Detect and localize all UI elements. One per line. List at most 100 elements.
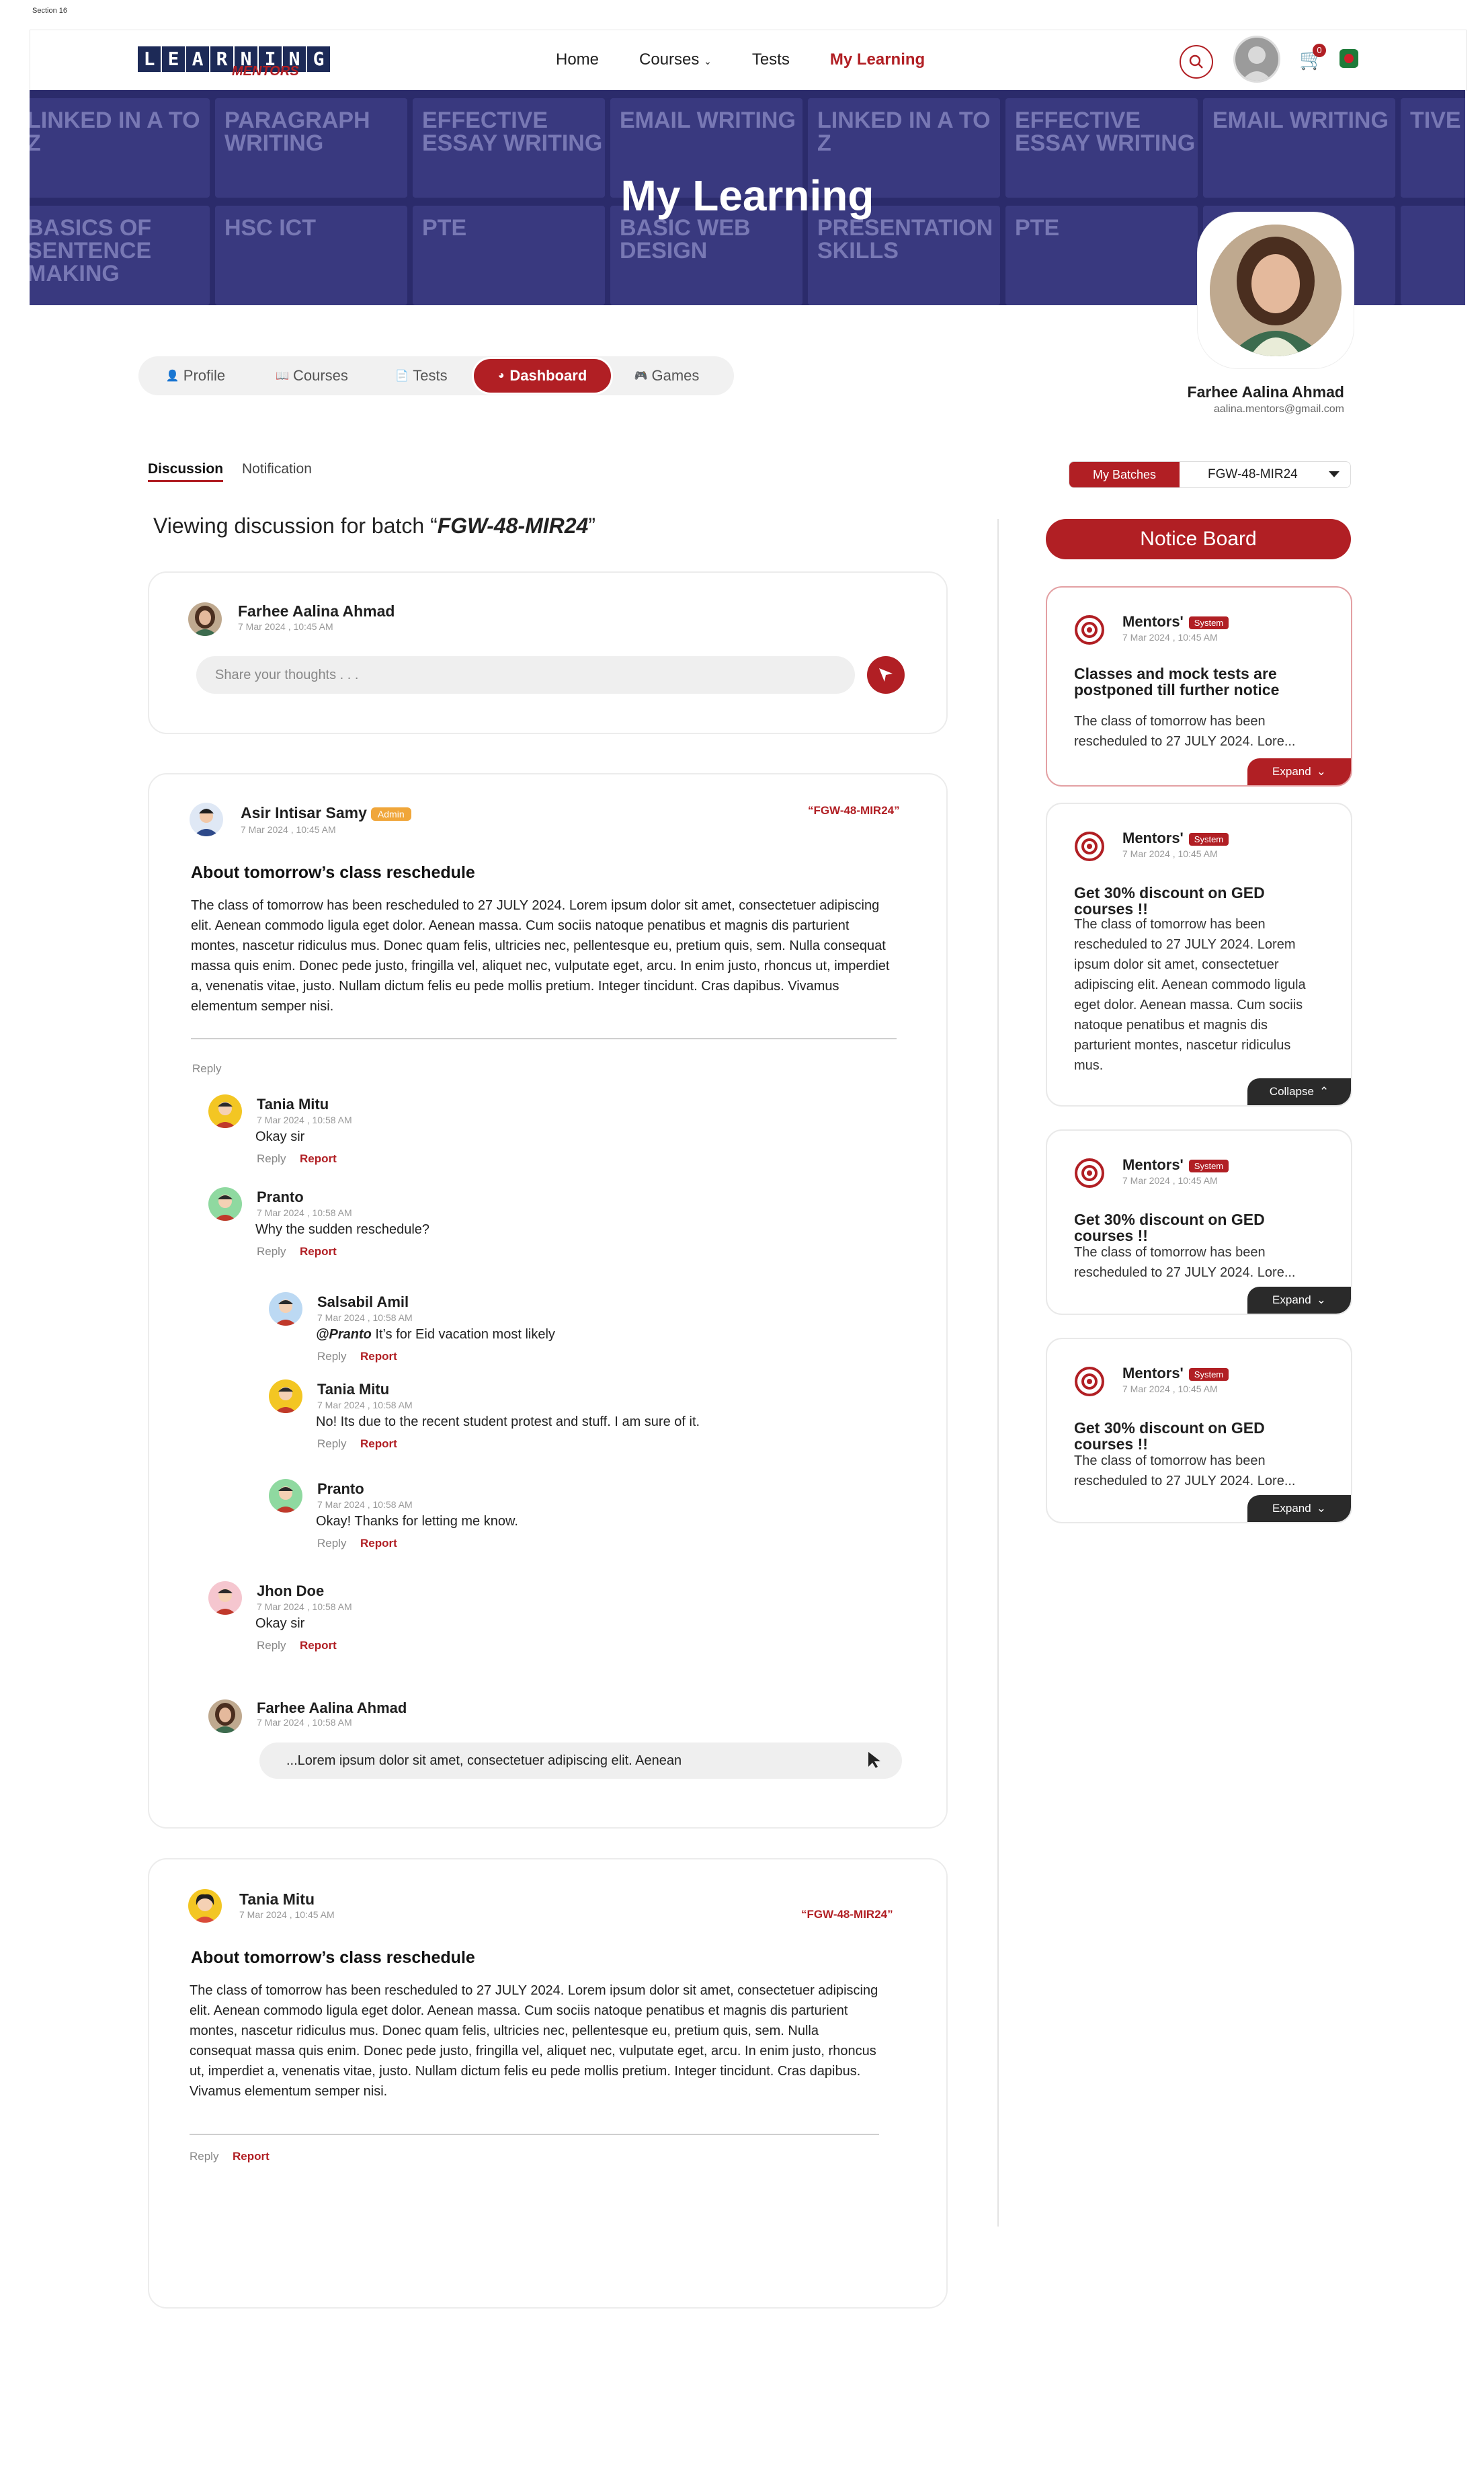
notice-toggle-button[interactable]: Expand ⌄ bbox=[1247, 758, 1351, 785]
nav-tests[interactable]: Tests bbox=[752, 50, 790, 69]
reply-report-link[interactable]: Report bbox=[300, 1639, 337, 1652]
tab-dashboard[interactable]: ◕ Dashboard bbox=[472, 357, 613, 395]
reply-text-content: Okay sir bbox=[255, 1616, 305, 1631]
reply-time: 7 Mar 2024 , 10:58 AM bbox=[317, 1499, 413, 1510]
banner-tile-label: LINKED IN A TO Z bbox=[30, 108, 200, 156]
subtab-notification[interactable]: Notification bbox=[242, 461, 312, 477]
banner-tile-label: EFFECTIVE ESSAY WRITING bbox=[1015, 108, 1196, 156]
tab-tests[interactable]: 📄 Tests bbox=[371, 356, 472, 395]
banner-tile-label: BASIC WEB DESIGN bbox=[620, 215, 751, 264]
post-reply-link[interactable]: Reply bbox=[192, 1062, 221, 1076]
notice-source-name: Mentors' bbox=[1122, 830, 1184, 846]
banner-tile: PTE bbox=[1005, 206, 1198, 305]
tab-profile[interactable]: 👤 Profile bbox=[138, 356, 253, 395]
notice-toggle-label: Expand bbox=[1272, 765, 1311, 778]
cursor-send-icon[interactable] bbox=[866, 1751, 884, 1773]
viewing-suffix: ” bbox=[588, 514, 595, 538]
notice-time: 7 Mar 2024 , 10:45 AM bbox=[1122, 1384, 1218, 1394]
notice-title: Classes and mock tests are postponed til… bbox=[1074, 665, 1280, 698]
banner-tile: PRESENTATION SKILLS bbox=[808, 206, 1000, 305]
notice-card: Mentors' System 7 Mar 2024 , 10:45 AM Get 3… bbox=[1046, 803, 1352, 1107]
post2-author-avatar bbox=[188, 1889, 222, 1923]
banner-tile-label: LINKED IN A TO Z bbox=[817, 108, 991, 156]
subtab-discussion[interactable]: Discussion bbox=[148, 461, 224, 482]
target-logo-icon bbox=[1075, 615, 1104, 645]
reply-text-content: Why the sudden reschedule? bbox=[255, 1222, 430, 1237]
discussion-post-2: Tania Mitu 7 Mar 2024 , 10:45 AM “FGW-48… bbox=[148, 1858, 948, 2309]
post2-author: Tania Mitu bbox=[239, 1890, 315, 1908]
notice-card: Mentors' System 7 Mar 2024 , 10:45 AM Get 3… bbox=[1046, 1338, 1352, 1523]
post2-report-link[interactable]: Report bbox=[233, 2150, 270, 2163]
discussion-post: Asir Intisar Samy Admin 7 Mar 2024 , 10:4… bbox=[148, 773, 948, 1829]
search-button[interactable] bbox=[1180, 45, 1213, 79]
notice-source: Mentors' System bbox=[1122, 830, 1229, 847]
notice-toggle-button[interactable]: Collapse ⌃ bbox=[1247, 1078, 1351, 1105]
chevron-icon: ⌄ bbox=[1316, 1293, 1326, 1306]
tab-tests-label: Tests bbox=[413, 367, 448, 384]
post-time: 7 Mar 2024 , 10:45 AM bbox=[241, 824, 336, 835]
viewing-heading: Viewing discussion for batch “FGW-48-MIR… bbox=[153, 514, 595, 538]
reply-box-time: 7 Mar 2024 , 10:58 AM bbox=[257, 1717, 352, 1728]
user-avatar[interactable] bbox=[1233, 36, 1280, 83]
reply-reply-link[interactable]: Reply bbox=[257, 1245, 286, 1258]
gamepad-icon: 🎮 bbox=[634, 370, 648, 382]
batch-select[interactable]: My Batches FGW-48-MIR24 bbox=[1069, 461, 1351, 488]
reply-mention[interactable]: @Pranto bbox=[316, 1327, 372, 1342]
post-author-avatar bbox=[190, 803, 223, 836]
tab-courses[interactable]: 📖 Courses bbox=[253, 356, 371, 395]
reply-text: @Pranto It’s for Eid vacation most likel… bbox=[316, 1327, 555, 1343]
reply-text: Okay! Thanks for letting me know. bbox=[316, 1514, 518, 1529]
post2-time: 7 Mar 2024 , 10:45 AM bbox=[239, 1909, 335, 1920]
reply-input[interactable]: ...Lorem ipsum dolor sit amet, consectet… bbox=[259, 1742, 902, 1779]
notice-title: Get 30% discount on GED courses !! bbox=[1074, 1211, 1265, 1244]
caret-down-icon bbox=[1329, 471, 1339, 477]
reply-report-link[interactable]: Report bbox=[360, 1537, 397, 1550]
send-button[interactable] bbox=[867, 656, 905, 694]
reply-reply-link[interactable]: Reply bbox=[317, 1350, 346, 1363]
brand-logo[interactable]: LEARNING MENTORS bbox=[138, 36, 331, 83]
reply-report-link[interactable]: Report bbox=[300, 1152, 337, 1166]
reply-author: Pranto bbox=[317, 1480, 364, 1497]
reply-avatar bbox=[208, 1094, 242, 1128]
banner-tile: PTE bbox=[413, 206, 605, 305]
gauge-icon: ◕ bbox=[497, 370, 505, 381]
reply-reply-link[interactable]: Reply bbox=[257, 1639, 286, 1652]
reply-report-link[interactable]: Report bbox=[360, 1350, 397, 1363]
nav-courses[interactable]: Courses ⌄ bbox=[639, 50, 712, 69]
chevron-icon: ⌄ bbox=[1316, 1502, 1326, 1515]
notice-source-name: Mentors' bbox=[1122, 1156, 1184, 1173]
reply-text-content: It’s for Eid vacation most likely bbox=[371, 1327, 555, 1342]
system-badge: System bbox=[1188, 1159, 1229, 1172]
notice-toggle-button[interactable]: Expand ⌄ bbox=[1247, 1287, 1351, 1314]
reply-author: Jhon Doe bbox=[257, 1582, 325, 1599]
reply-author: Salsabil Amil bbox=[317, 1293, 409, 1310]
reply-reply-link[interactable]: Reply bbox=[257, 1152, 286, 1166]
notice-toggle-button[interactable]: Expand ⌄ bbox=[1247, 1495, 1351, 1522]
reply-report-link[interactable]: Report bbox=[360, 1437, 397, 1451]
post2-reply-link[interactable]: Reply bbox=[190, 2150, 218, 2163]
banner-tile: HSC ICT bbox=[215, 206, 407, 305]
notice-body: The class of tomorrow has been reschedul… bbox=[1074, 1245, 1296, 1280]
reply-report-link[interactable]: Report bbox=[300, 1245, 337, 1258]
post-composer: Farhee Aalina Ahmad 7 Mar 2024 , 10:45 A… bbox=[148, 571, 948, 734]
chevron-icon: ⌄ bbox=[1316, 765, 1326, 778]
reply-text-content: Okay sir bbox=[255, 1129, 305, 1144]
reply-avatar bbox=[269, 1479, 302, 1513]
post-author: Asir Intisar Samy Admin bbox=[241, 804, 411, 822]
user-icon: 👤 bbox=[165, 370, 179, 382]
language-flag-icon[interactable] bbox=[1339, 49, 1358, 68]
banner-tile: BASIC WEB DESIGN bbox=[610, 206, 802, 305]
notice-time: 7 Mar 2024 , 10:45 AM bbox=[1122, 848, 1218, 859]
post2-batch-tag[interactable]: “FGW-48-MIR24” bbox=[801, 1908, 893, 1921]
nav-home[interactable]: Home bbox=[556, 50, 599, 69]
reply-reply-link[interactable]: Reply bbox=[317, 1537, 346, 1550]
banner-tile bbox=[1401, 206, 1465, 305]
share-thoughts-input[interactable]: Share your thoughts . . . bbox=[196, 656, 855, 694]
tab-games[interactable]: 🎮 Games bbox=[613, 356, 720, 395]
nav-my-learning[interactable]: My Learning bbox=[830, 50, 925, 69]
system-badge: System bbox=[1188, 1367, 1229, 1381]
reply-reply-link[interactable]: Reply bbox=[317, 1437, 346, 1451]
send-icon bbox=[879, 668, 893, 682]
top-navbar: LEARNING MENTORS Home Courses ⌄ Tests My… bbox=[30, 30, 1467, 91]
post-batch-tag[interactable]: “FGW-48-MIR24” bbox=[808, 804, 900, 817]
